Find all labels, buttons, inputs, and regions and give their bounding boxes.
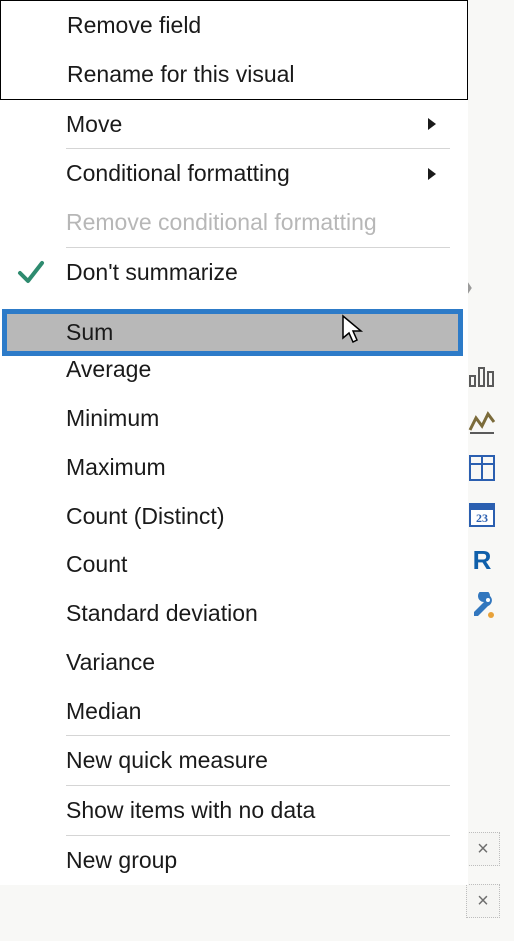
menu-item-label: New group [66,846,450,875]
menu-item-rename-for-visual[interactable]: Rename for this visual [0,50,468,100]
menu-item-label: Don't summarize [66,258,450,287]
checkmark-icon [16,257,46,287]
menu-item-label: Conditional formatting [66,159,450,188]
menu-item-label: Remove conditional formatting [66,208,450,237]
menu-item-label: Sum [66,319,113,346]
menu-item-move[interactable]: Move [0,100,468,149]
svg-text:23: 23 [476,511,488,525]
calendar-icon[interactable]: 23 [468,500,496,528]
menu-item-variance[interactable]: Variance [0,638,468,687]
menu-item-label: Count (Distinct) [66,502,450,531]
close-icon: × [477,838,489,861]
menu-item-label: New quick measure [66,746,450,775]
chevron-right-icon [426,116,438,132]
stage: 23 R × × Remove field Rename for this vi… [0,0,514,941]
column-chart-icon[interactable] [468,362,496,390]
field-close-button-2[interactable]: × [466,884,500,918]
r-visual-label: R [473,545,492,576]
menu-item-label: Remove field [67,11,449,40]
menu-item-count[interactable]: Count [0,540,468,589]
menu-item-dont-summarize[interactable]: Don't summarize [0,248,468,297]
menu-item-count-distinct[interactable]: Count (Distinct) [0,492,468,541]
menu-item-median[interactable]: Median [0,687,468,736]
menu-item-label: Median [66,697,450,726]
chevron-right-icon [426,166,438,182]
close-icon: × [477,890,489,913]
menu-item-conditional-formatting[interactable]: Conditional formatting [0,149,468,198]
menu-item-label: Average [66,355,450,384]
menu-item-label: Move [66,110,450,139]
menu-item-label: Standard deviation [66,599,450,628]
menu-item-label: Show items with no data [66,796,450,825]
ribbon-chart-icon[interactable] [468,408,496,436]
menu-item-new-group[interactable]: New group [0,836,468,885]
menu-item-label: Rename for this visual [67,60,449,89]
visualizations-icons-column: 23 R [468,362,502,620]
key-influencers-icon[interactable] [468,592,496,620]
menu-item-remove-field[interactable]: Remove field [0,0,468,50]
menu-item-new-quick-measure[interactable]: New quick measure [0,736,468,785]
field-context-menu: Remove field Rename for this visual Move… [0,0,468,885]
menu-item-label: Count [66,550,450,579]
menu-item-show-items-no-data[interactable]: Show items with no data [0,786,468,835]
menu-item-label: Minimum [66,404,450,433]
menu-item-label: Variance [66,648,450,677]
menu-item-sum-highlighted[interactable]: Sum [2,309,463,356]
menu-item-maximum[interactable]: Maximum [0,443,468,492]
field-close-button-1[interactable]: × [466,832,500,866]
menu-item-label: Maximum [66,453,450,482]
menu-item-minimum[interactable]: Minimum [0,394,468,443]
menu-item-remove-conditional-formatting: Remove conditional formatting [0,198,468,247]
r-visual-icon[interactable]: R [468,546,496,574]
table-icon[interactable] [468,454,496,482]
menu-item-standard-deviation[interactable]: Standard deviation [0,589,468,638]
